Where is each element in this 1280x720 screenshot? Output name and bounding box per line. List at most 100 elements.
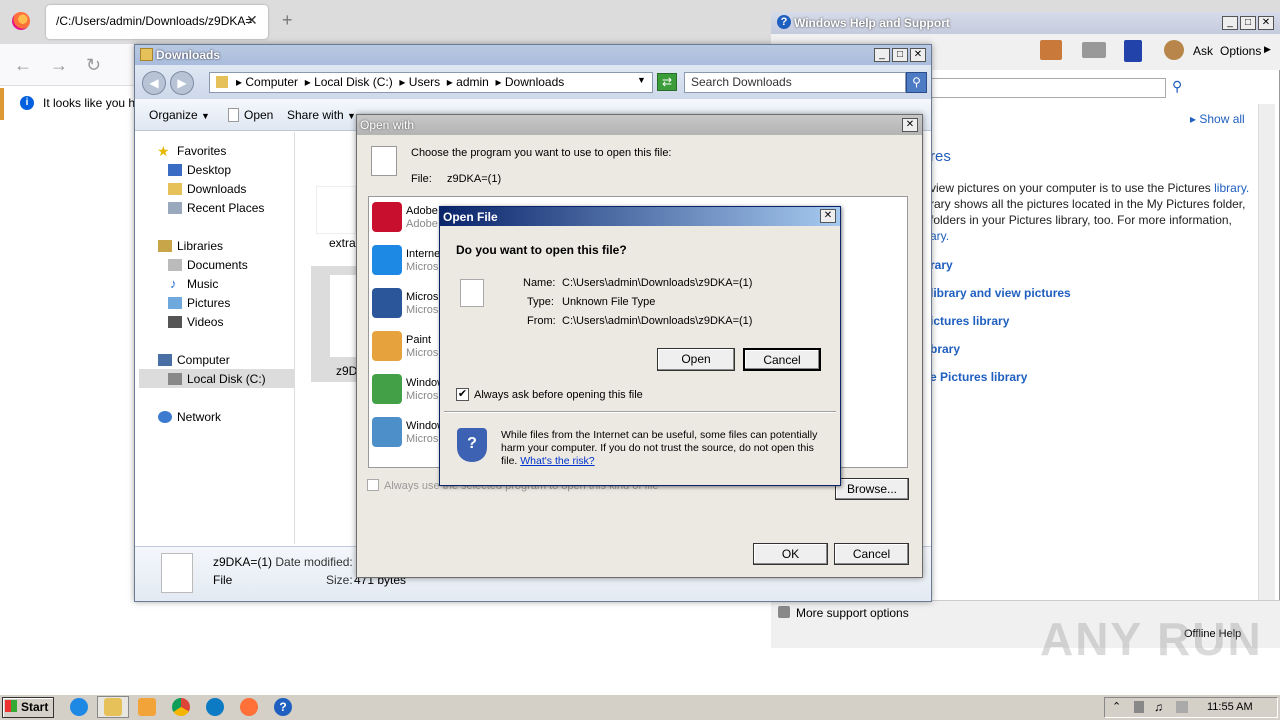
help-link-3[interactable]: ictures library: [930, 314, 1009, 328]
breadcrumb-downloads[interactable]: Downloads: [505, 75, 564, 89]
nav-recent-places[interactable]: Recent Places: [187, 201, 264, 215]
forward-icon[interactable]: →: [50, 55, 68, 76]
ask-button[interactable]: Ask: [1193, 44, 1213, 58]
search-icon[interactable]: ⚲: [906, 72, 927, 93]
share-with-label: Share with: [287, 108, 344, 122]
organize-button[interactable]: Organize ▼: [149, 108, 210, 122]
program-name[interactable]: Paint: [406, 334, 431, 346]
share-with-button[interactable]: Share with ▼: [287, 108, 356, 122]
close-button[interactable]: ✕: [902, 118, 918, 132]
open-with-title: Open with: [360, 118, 415, 132]
program-publisher: Micros: [406, 390, 439, 402]
ask-icon[interactable]: [1164, 40, 1184, 60]
breadcrumb-users[interactable]: Users: [409, 75, 440, 89]
help-link-2[interactable]: library and view pictures: [930, 286, 1071, 300]
nav-network[interactable]: Network: [177, 410, 221, 424]
program-name[interactable]: Adobe: [406, 205, 438, 217]
print-icon[interactable]: [1082, 42, 1106, 58]
tab-close-icon[interactable]: ✕: [246, 12, 258, 29]
always-ask-checkbox[interactable]: ✔: [456, 388, 469, 401]
program-icon: [372, 202, 402, 232]
ok-button[interactable]: OK: [753, 543, 828, 565]
cancel-button[interactable]: Cancel: [834, 543, 909, 565]
flag-icon[interactable]: [1176, 701, 1188, 713]
nav-computer[interactable]: Computer: [177, 353, 230, 367]
whats-the-risk-link[interactable]: What's the risk?: [520, 455, 594, 467]
open-button[interactable]: Open: [657, 348, 735, 371]
maximize-button[interactable]: □: [1240, 16, 1256, 30]
search-icon[interactable]: ⚲: [1172, 78, 1182, 95]
tray-expand-icon[interactable]: ⌃: [1112, 700, 1121, 713]
clock[interactable]: 11:55 AM: [1207, 701, 1253, 713]
minimize-button[interactable]: _: [874, 48, 890, 62]
help-icon[interactable]: ?: [274, 698, 292, 716]
home-icon[interactable]: [1040, 40, 1062, 60]
help-body-line-3: folders in your Pictures library, too. F…: [930, 213, 1232, 227]
nav-libraries[interactable]: Libraries: [177, 239, 223, 253]
browse-help-icon[interactable]: [1124, 40, 1142, 62]
nav-downloads[interactable]: Downloads: [187, 182, 246, 196]
back-icon[interactable]: ◀: [142, 71, 166, 95]
nav-music[interactable]: Music: [187, 277, 218, 291]
firefox-icon[interactable]: [240, 698, 258, 716]
help-search-input[interactable]: [930, 78, 1166, 98]
forward-icon[interactable]: ▶: [170, 71, 194, 95]
file-thumbnail[interactable]: [316, 186, 356, 234]
open-button[interactable]: Open: [244, 108, 273, 122]
internet-explorer-icon[interactable]: [70, 698, 88, 716]
details-size-label: Size:: [326, 573, 353, 587]
program-name[interactable]: Micros: [406, 291, 438, 303]
chrome-icon[interactable]: [172, 698, 190, 716]
type-label: Type:: [527, 296, 554, 308]
nav-pictures[interactable]: Pictures: [187, 296, 230, 310]
back-icon[interactable]: ←: [14, 55, 32, 76]
edge-icon[interactable]: [206, 698, 224, 716]
file-label[interactable]: extra: [329, 236, 356, 250]
organize-label: Organize: [149, 108, 198, 122]
file-label[interactable]: z9D: [336, 364, 357, 378]
show-all-link[interactable]: ▸ Show all: [1190, 112, 1245, 126]
chevron-down-icon: ▼: [347, 111, 356, 121]
nav-desktop[interactable]: Desktop: [187, 163, 231, 177]
help-link-4[interactable]: brary: [930, 342, 960, 356]
close-button[interactable]: ✕: [820, 209, 836, 223]
breadcrumb: ▸ Computer ▸ Local Disk (C:) ▸ Users ▸ a…: [236, 75, 565, 89]
browse-button[interactable]: Browse...: [835, 478, 909, 500]
always-use-checkbox[interactable]: [367, 479, 379, 491]
more-support-link[interactable]: More support options: [796, 606, 909, 620]
help-body-line-4[interactable]: ary.: [930, 229, 949, 243]
help-scrollbar[interactable]: [1258, 104, 1275, 600]
help-link-5[interactable]: e Pictures library: [930, 370, 1027, 384]
close-button[interactable]: ✕: [910, 48, 926, 62]
from-value: C:\Users\admin\Downloads\z9DKA=(1): [562, 315, 753, 327]
help-icon: ?: [777, 15, 791, 29]
media-player-icon[interactable]: [138, 698, 156, 716]
reload-icon[interactable]: ↻: [86, 55, 101, 76]
help-link-1[interactable]: rary: [930, 258, 953, 272]
nav-favorites[interactable]: Favorites: [177, 144, 226, 158]
close-button[interactable]: ✕: [1258, 16, 1274, 30]
details-type: File: [213, 573, 233, 587]
nav-local-disk[interactable]: Local Disk (C:): [187, 372, 266, 386]
breadcrumb-local-disk[interactable]: Local Disk (C:): [314, 75, 393, 89]
program-name[interactable]: Interne: [406, 248, 440, 260]
nav-videos[interactable]: Videos: [187, 315, 223, 329]
breadcrumb-computer[interactable]: Computer: [245, 75, 298, 89]
options-button[interactable]: Options: [1220, 44, 1261, 58]
help-body-line-2: rary shows all the pictures located in t…: [930, 197, 1246, 211]
options-dropdown-icon[interactable]: ▶: [1264, 44, 1271, 55]
new-tab-icon[interactable]: +: [282, 10, 293, 31]
maximize-button[interactable]: □: [892, 48, 908, 62]
address-dropdown-icon[interactable]: ▼: [637, 75, 646, 85]
breadcrumb-admin[interactable]: admin: [456, 75, 489, 89]
volume-icon[interactable]: ♫: [1154, 700, 1163, 714]
network-tray-icon[interactable]: [1134, 701, 1144, 713]
cancel-button[interactable]: Cancel: [743, 348, 821, 371]
library-link[interactable]: library.: [1214, 181, 1249, 195]
downloads-folder-icon: [168, 183, 182, 195]
nav-documents[interactable]: Documents: [187, 258, 248, 272]
refresh-icon[interactable]: ⇄: [657, 73, 677, 91]
minimize-button[interactable]: _: [1222, 16, 1238, 30]
file-thumbnail: [330, 275, 356, 357]
from-label: From:: [527, 315, 556, 327]
